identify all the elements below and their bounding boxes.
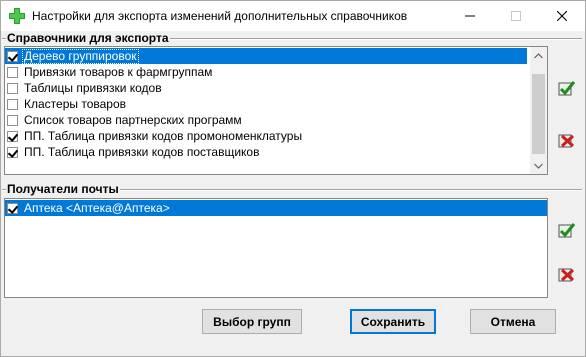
list-item[interactable]: Привязки товаров к фармгруппам bbox=[5, 64, 527, 80]
select-groups-button[interactable]: Выбор групп bbox=[202, 309, 302, 334]
list-item[interactable]: Дерево группировок bbox=[5, 48, 527, 64]
close-button[interactable] bbox=[539, 1, 585, 31]
uncheck-all-icon[interactable] bbox=[556, 129, 578, 151]
maximize-button[interactable] bbox=[493, 1, 539, 31]
list-item[interactable]: Аптека <Аптека@Аптека> bbox=[5, 200, 547, 216]
item-checkbox[interactable] bbox=[7, 146, 18, 158]
item-label: Список товаров партнерских программ bbox=[24, 112, 242, 127]
item-checkbox[interactable] bbox=[7, 114, 18, 126]
item-checkbox[interactable] bbox=[7, 66, 18, 78]
window-title: Настройки для экспорта изменений дополни… bbox=[32, 9, 408, 23]
item-label: Аптека <Аптека@Аптека> bbox=[24, 200, 170, 215]
recipients-group-label: Получатели почты bbox=[6, 182, 120, 196]
settings-window: Настройки для экспорта изменений дополни… bbox=[0, 0, 586, 357]
cancel-button[interactable]: Отмена bbox=[470, 309, 556, 334]
list-item[interactable]: ПП. Таблица привязки кодов поставщиков bbox=[5, 144, 527, 160]
title-bar: Настройки для экспорта изменений дополни… bbox=[1, 1, 585, 31]
scroll-up-icon[interactable] bbox=[530, 47, 547, 64]
check-all-icon[interactable] bbox=[556, 77, 578, 99]
uncheck-all-recipients-icon[interactable] bbox=[556, 263, 578, 285]
item-label: ПП. Таблица привязки кодов промономенкла… bbox=[24, 128, 303, 143]
item-checkbox[interactable] bbox=[7, 50, 18, 62]
reference-listbox[interactable]: Дерево группировок Привязки товаров к фар… bbox=[4, 46, 548, 175]
recipients-listbox[interactable]: Аптека <Аптека@Аптека> bbox=[4, 198, 548, 298]
item-checkbox[interactable] bbox=[7, 82, 18, 94]
item-checkbox[interactable] bbox=[7, 202, 18, 214]
list-item[interactable]: Кластеры товаров bbox=[5, 96, 527, 112]
save-button[interactable]: Сохранить bbox=[350, 309, 436, 334]
item-checkbox[interactable] bbox=[7, 98, 18, 110]
minimize-button[interactable] bbox=[447, 1, 493, 31]
scroll-thumb[interactable] bbox=[532, 74, 545, 154]
reference-scrollbar[interactable] bbox=[530, 47, 547, 174]
list-item[interactable]: Таблицы привязки кодов bbox=[5, 80, 527, 96]
item-label: Привязки товаров к фармгруппам bbox=[24, 64, 213, 79]
list-item[interactable]: Список товаров партнерских программ bbox=[5, 112, 527, 128]
item-label: Кластеры товаров bbox=[24, 96, 127, 111]
item-label: Таблицы привязки кодов bbox=[24, 80, 162, 95]
item-checkbox[interactable] bbox=[7, 130, 18, 142]
item-label: ПП. Таблица привязки кодов поставщиков bbox=[24, 144, 260, 159]
scroll-down-icon[interactable] bbox=[530, 157, 547, 174]
green-cross-icon bbox=[9, 8, 25, 24]
check-all-recipients-icon[interactable] bbox=[556, 219, 578, 241]
list-item[interactable]: ПП. Таблица привязки кодов промономенкла… bbox=[5, 128, 527, 144]
reference-group-label: Справочники для экспорта bbox=[6, 31, 170, 45]
item-label: Дерево группировок bbox=[22, 48, 139, 64]
